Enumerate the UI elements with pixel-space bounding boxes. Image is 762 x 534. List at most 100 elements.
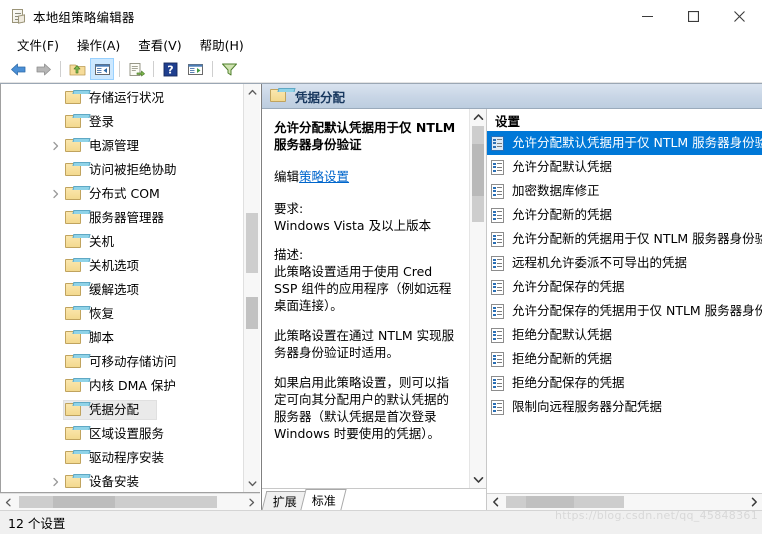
tree-item-credentials-delegation[interactable]: 凭据分配 — [1, 398, 243, 422]
menu-help[interactable]: 帮助(H) — [191, 33, 253, 56]
tab-standard-label: 标准 — [311, 493, 336, 508]
tab-standard[interactable]: 标准 — [300, 489, 347, 510]
show-details-icon[interactable] — [183, 58, 207, 80]
list-item[interactable]: 允许分配默认凭据 — [487, 155, 762, 179]
export-list-icon[interactable] — [124, 58, 148, 80]
back-arrow-icon[interactable] — [6, 58, 30, 80]
menu-action[interactable]: 操作(A) — [68, 33, 129, 56]
scroll-right-arrow-icon[interactable] — [745, 494, 762, 510]
list-item-label: 加密数据库修正 — [512, 183, 600, 198]
tree-scroll-track[interactable] — [244, 101, 260, 475]
tree-item-power-management[interactable]: 电源管理 — [1, 134, 243, 158]
tree-item-mitigation-options[interactable]: 缓解选项 — [1, 278, 243, 302]
folder-icon — [65, 90, 91, 105]
tree-item-storage-health[interactable]: 存储运行状况 — [1, 86, 243, 110]
list-item[interactable]: 加密数据库修正 — [487, 179, 762, 203]
tree-horizontal-scrollbar[interactable] — [0, 493, 260, 510]
tab-extended-label: 扩展 — [272, 494, 297, 509]
policy-requirement-label: 要求: — [274, 201, 304, 216]
list-horizontal-scrollbar[interactable] — [487, 493, 762, 510]
folder-icon — [65, 234, 91, 249]
tree-item-scripts[interactable]: 脚本 — [1, 326, 243, 350]
list-item[interactable]: 允许分配新的凭据用于仅 NTLM 服务器身份验证 — [487, 227, 762, 251]
tree-item-driver-installation[interactable]: 驱动程序安装 — [1, 446, 243, 470]
tree-item-label: 存储运行状况 — [89, 90, 165, 105]
tree-item-label: 关机选项 — [89, 258, 140, 273]
tree-hscroll-track[interactable] — [17, 494, 243, 510]
list-item-label: 允许分配默认凭据用于仅 NTLM 服务器身份验证 — [512, 135, 762, 150]
tree-item-shutdown-options[interactable]: 关机选项 — [1, 254, 243, 278]
close-button[interactable] — [716, 0, 762, 32]
tree-item-kernel-dma-protection[interactable]: 内核 DMA 保护 — [1, 374, 243, 398]
tree-vertical-scrollbar[interactable] — [243, 84, 260, 492]
tree-scroll-thumb-secondary[interactable] — [246, 297, 258, 329]
tree-item-server-manager[interactable]: 服务器管理器 — [1, 206, 243, 230]
menu-file[interactable]: 文件(F) — [8, 33, 68, 56]
up-folder-icon[interactable] — [65, 58, 89, 80]
tree-item-access-denied-assistance[interactable]: 访问被拒绝协助 — [1, 158, 243, 182]
policy-settings-link[interactable]: 策略设置 — [299, 169, 349, 184]
policy-detail-body: 允许分配默认凭据用于仅 NTLM 服务器身份验证 编辑策略设置 要求: Wind… — [262, 109, 469, 488]
forward-arrow-icon[interactable] — [31, 58, 55, 80]
policy-description-paragraph-1: 此策略设置适用于使用 Cred SSP 组件的应用程序（例如远程桌面连接）。 — [274, 264, 452, 313]
list-item[interactable]: 允许分配默认凭据用于仅 NTLM 服务器身份验证 — [487, 131, 762, 155]
tree-item-distributed-com[interactable]: 分布式 COM — [1, 182, 243, 206]
tree-item-removable-storage-access[interactable]: 可移动存储访问 — [1, 350, 243, 374]
scroll-right-arrow-icon[interactable] — [243, 494, 260, 510]
scroll-up-arrow-icon[interactable] — [470, 109, 486, 126]
policy-setting-icon — [491, 207, 505, 223]
tree-item-shutdown[interactable]: 关机 — [1, 230, 243, 254]
list-item[interactable]: 拒绝分配新的凭据 — [487, 347, 762, 371]
filter-icon[interactable] — [217, 58, 241, 80]
detail-vertical-scrollbar[interactable] — [469, 109, 486, 488]
tree-item-label: 服务器管理器 — [89, 210, 165, 225]
toolbar-separator — [60, 61, 61, 77]
folder-icon — [270, 88, 296, 103]
list-item-label: 允许分配新的凭据用于仅 NTLM 服务器身份验证 — [512, 231, 762, 246]
chevron-right-icon[interactable] — [51, 189, 61, 199]
detail-scroll-track[interactable] — [470, 126, 486, 471]
scroll-down-arrow-icon[interactable] — [470, 471, 486, 488]
list-item-label: 拒绝分配默认凭据 — [512, 327, 613, 342]
tree-item-label: 脚本 — [89, 330, 115, 345]
list-item-label: 拒绝分配新的凭据 — [512, 351, 613, 366]
help-icon[interactable]: ? — [158, 58, 182, 80]
tree-item-logon[interactable]: 登录 — [1, 110, 243, 134]
tree-hscroll-thumb[interactable] — [19, 496, 217, 508]
policy-setting-icon — [491, 255, 505, 271]
scroll-down-arrow-icon[interactable] — [244, 475, 260, 492]
tree-item-recovery[interactable]: 恢复 — [1, 302, 243, 326]
list-item[interactable]: 限制向远程服务器分配凭据 — [487, 395, 762, 419]
list-hscroll-thumb-inner[interactable] — [526, 496, 574, 508]
scroll-left-arrow-icon[interactable] — [0, 494, 17, 510]
group-policy-editor-window: 本地组策略编辑器 文件(F) 操作(A) 查看(V) 帮助(H) ? 存储运行状… — [0, 0, 762, 534]
maximize-button[interactable] — [670, 0, 716, 32]
list-item-label: 远程机允许委派不可导出的凭据 — [512, 255, 688, 270]
content-panel: 凭据分配 允许分配默认凭据用于仅 NTLM 服务器身份验证 编辑策略设置 要求:… — [261, 84, 762, 510]
settings-list-rows: 允许分配默认凭据用于仅 NTLM 服务器身份验证 允许分配默认凭据 加密数据库修… — [487, 131, 762, 493]
scroll-up-arrow-icon[interactable] — [244, 84, 260, 101]
scroll-left-arrow-icon[interactable] — [487, 494, 504, 510]
tree-item-device-installation[interactable]: 设备安装 — [1, 470, 243, 492]
list-hscroll-track[interactable] — [504, 494, 745, 510]
list-item[interactable]: 允许分配保存的凭据用于仅 NTLM 服务器身份验证 — [487, 299, 762, 323]
show-hide-tree-icon[interactable] — [90, 58, 114, 80]
settings-column-header[interactable]: 设置 — [487, 109, 762, 131]
list-item[interactable]: 拒绝分配默认凭据 — [487, 323, 762, 347]
content-header: 凭据分配 — [262, 84, 762, 109]
tree-scroll-thumb[interactable] — [246, 213, 258, 273]
menu-view[interactable]: 查看(V) — [129, 33, 190, 56]
detail-scroll-thumb-inner[interactable] — [472, 144, 484, 196]
list-item[interactable]: 远程机允许委派不可导出的凭据 — [487, 251, 762, 275]
policy-edit-lead: 编辑 — [274, 169, 300, 184]
menu-bar: 文件(F) 操作(A) 查看(V) 帮助(H) — [0, 32, 762, 56]
tree-item-label: 访问被拒绝协助 — [89, 162, 177, 177]
list-item[interactable]: 允许分配保存的凭据 — [487, 275, 762, 299]
tree-hscroll-thumb-inner[interactable] — [53, 496, 115, 508]
tree-item-locale-services[interactable]: 区域设置服务 — [1, 422, 243, 446]
chevron-right-icon[interactable] — [51, 141, 61, 151]
minimize-button[interactable] — [624, 0, 670, 32]
chevron-right-icon[interactable] — [51, 477, 61, 487]
list-item[interactable]: 拒绝分配保存的凭据 — [487, 371, 762, 395]
list-item[interactable]: 允许分配新的凭据 — [487, 203, 762, 227]
